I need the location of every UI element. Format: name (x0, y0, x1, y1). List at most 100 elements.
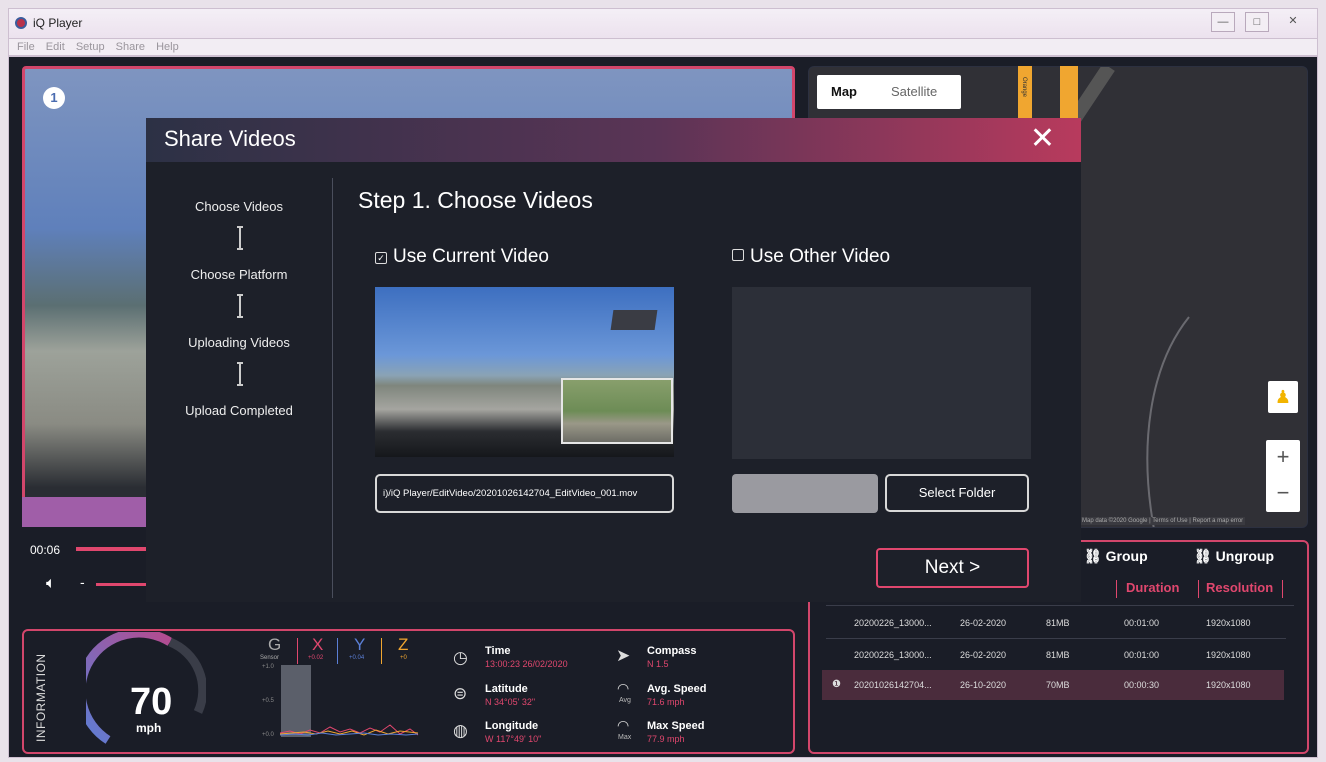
current-video-path: i)/iQ Player/EditVideo/20201026142704_Ed… (375, 474, 674, 513)
pegman-icon[interactable]: ♟ (1268, 381, 1298, 413)
step-heading: Step 1. Choose Videos (358, 187, 593, 213)
column-divider (1116, 580, 1117, 598)
longitude-icon: ◍ (453, 721, 468, 740)
checkbox-checked-icon[interactable]: ✓ (375, 252, 387, 264)
dialog-divider (332, 178, 333, 598)
cell-date: 26-02-2020 (960, 618, 1007, 628)
column-divider (1282, 580, 1283, 598)
step-connector (235, 362, 243, 386)
speed-unit: mph (136, 721, 162, 735)
z-axis-label: Z (398, 635, 409, 654)
axis-divider (381, 638, 382, 664)
avg-speed-icon: ◠ (617, 680, 630, 696)
group-label: Group (1105, 548, 1148, 564)
clock-icon: ◷ (453, 648, 468, 667)
time-value: 13:00:23 26/02/2020 (485, 659, 568, 669)
ungroup-button[interactable]: ⛓ Ungroup (1194, 548, 1274, 565)
link-icon: ⛓ (1084, 548, 1102, 564)
menu-setup[interactable]: Setup (76, 39, 105, 55)
zoom-in-button[interactable]: + (1266, 440, 1300, 474)
cell-resolution: 1920x1080 (1206, 618, 1251, 628)
map-attribution[interactable]: Map data ©2020 Google | Terms of Use | R… (1080, 517, 1246, 525)
close-window-button[interactable]: ✕ (1281, 12, 1305, 32)
compass-value: N 1.5 (647, 659, 669, 669)
tab-map[interactable]: Map (831, 84, 857, 99)
info-icon: ❶ (832, 679, 841, 690)
use-current-video-option[interactable]: ✓ Use Current Video (375, 246, 549, 268)
max-speed-value: 77.9 mph (647, 734, 685, 744)
select-folder-button[interactable]: Select Folder (885, 474, 1029, 512)
z-axis-value: +0 (400, 655, 407, 661)
zoom-out-button[interactable]: − (1266, 476, 1300, 510)
g-sensor-label: G (268, 635, 282, 654)
menu-help[interactable]: Help (156, 39, 179, 55)
next-button[interactable]: Next > (876, 548, 1029, 588)
cell-resolution: 1920x1080 (1206, 650, 1251, 660)
g-sensor-sub: Sensor (260, 655, 280, 661)
step-choose-videos: Choose Videos (195, 199, 283, 214)
cell-name: 20201026142704... (854, 680, 932, 690)
cell-date: 26-10-2020 (960, 680, 1007, 690)
unlink-icon: ⛓ (1194, 548, 1212, 564)
step-choose-platform: Choose Platform (190, 267, 288, 282)
rear-camera-thumbnail (561, 378, 673, 444)
road-label: Orange (1021, 76, 1028, 98)
avg-speed-value: 71.6 mph (647, 697, 685, 707)
volume-icon[interactable]: 🔈︎ (46, 575, 56, 593)
map-road-orange-2 (1060, 66, 1078, 126)
header-divider (826, 605, 1294, 606)
cell-size: 81MB (1046, 650, 1070, 660)
menu-share[interactable]: Share (116, 39, 145, 55)
use-current-label: Use Current Video (393, 246, 549, 267)
axis-divider (297, 638, 298, 664)
cell-duration: 00:00:30 (1124, 680, 1160, 690)
latitude-icon: ⊜ (453, 684, 468, 703)
menu-file[interactable]: File (17, 39, 35, 55)
volume-dash: - (80, 574, 85, 590)
step-connector (235, 226, 243, 250)
information-label: INFORMATION (34, 653, 48, 742)
minimize-button[interactable]: — (1211, 12, 1235, 32)
x-axis-label: X (312, 635, 324, 654)
cell-resolution: 1920x1080 (1206, 680, 1251, 690)
maximize-button[interactable]: □ (1245, 12, 1269, 32)
table-row[interactable]: 20200226_13000... 26-02-2020 81MB 00:01:… (822, 640, 1284, 670)
longitude-value: W 117°49' 10" (485, 734, 542, 744)
longitude-label: Longitude (485, 720, 539, 732)
tick-label: +1.0 (262, 664, 274, 670)
close-icon[interactable]: ✕ (1030, 122, 1055, 156)
title-bar: iQ Player — □ ✕ (8, 8, 1318, 38)
cell-date: 26-02-2020 (960, 650, 1007, 660)
column-divider (1198, 580, 1199, 598)
tick-label: +0.0 (262, 732, 274, 738)
speed-value: 70 (130, 681, 173, 723)
seek-bar[interactable] (76, 547, 146, 551)
step-connector (235, 294, 243, 318)
cell-duration: 00:01:00 (1124, 618, 1160, 628)
zoom-controls: + − (1266, 440, 1300, 512)
volume-slider[interactable] (96, 583, 146, 586)
checkbox-unchecked-icon[interactable] (732, 249, 744, 261)
table-row[interactable]: 20200226_13000... 26-02-2020 81MB 00:01:… (822, 608, 1284, 638)
dialog-header: Share Videos ✕ (146, 118, 1081, 162)
menu-bar: File Edit Setup Share Help (8, 38, 1318, 56)
compass-label: Compass (647, 645, 697, 657)
step-uploading-videos: Uploading Videos (188, 335, 290, 350)
column-header-resolution[interactable]: Resolution (1206, 580, 1273, 595)
step-upload-completed: Upload Completed (185, 403, 293, 418)
group-button[interactable]: ⛓ Group (1084, 548, 1148, 565)
compass-icon: ➤ (616, 646, 631, 665)
y-axis-label: Y (354, 635, 366, 654)
menu-edit[interactable]: Edit (46, 39, 65, 55)
use-other-video-option[interactable]: Use Other Video (732, 246, 890, 268)
table-row-selected[interactable]: ❶ 20201026142704... 26-10-2020 70MB 00:0… (822, 670, 1284, 700)
playback-time: 00:06 (30, 543, 61, 557)
use-other-label: Use Other Video (750, 246, 891, 267)
row-divider (826, 638, 1286, 639)
other-video-path-field[interactable] (732, 474, 878, 513)
camera-number-badge: 1 (43, 87, 65, 109)
avg-mini-label: Avg (619, 697, 631, 704)
tab-satellite[interactable]: Satellite (891, 84, 937, 99)
column-header-duration[interactable]: Duration (1126, 580, 1179, 595)
max-mini-label: Max (618, 734, 632, 741)
